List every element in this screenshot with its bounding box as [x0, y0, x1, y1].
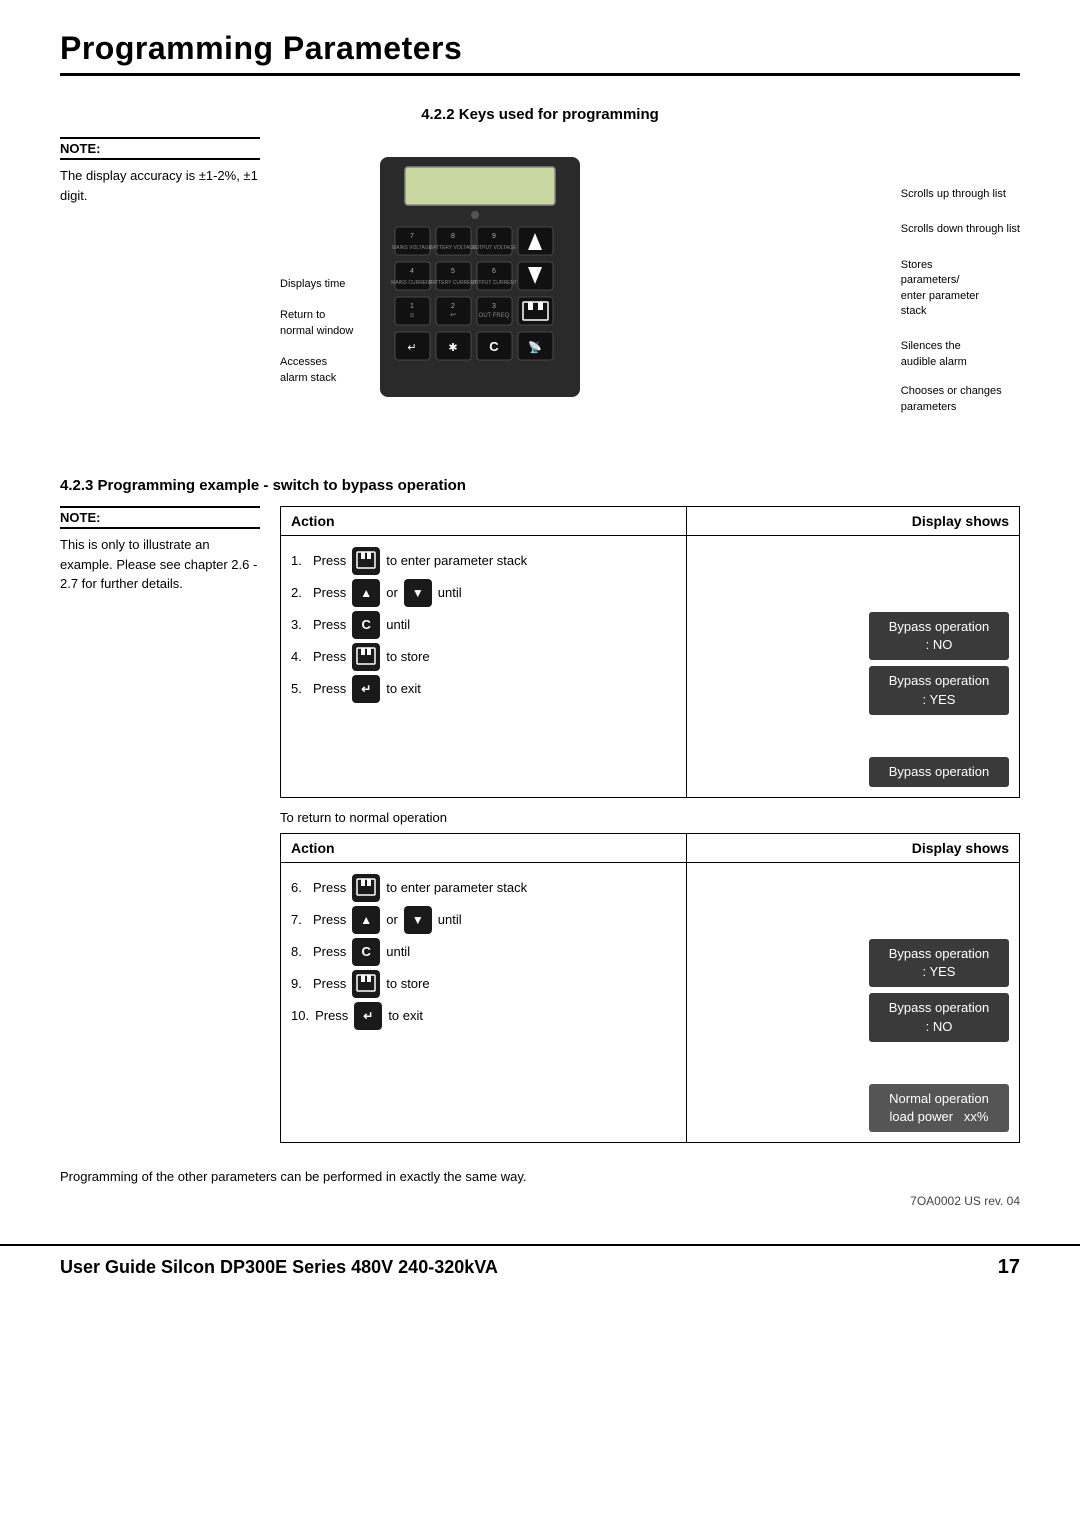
annotation-displays-time: Displays time: [280, 277, 353, 292]
content: 4.2.2 Keys used for programming NOTE: Th…: [0, 86, 1080, 1234]
svg-text:OUTPUT CURRENT: OUTPUT CURRENT: [471, 280, 517, 286]
up-arrow-icon-2: ▲: [352, 906, 380, 934]
footer-title: User Guide Silcon DP300E Series 480V 240…: [60, 1257, 498, 1278]
action-table-2: Action Display shows 6. Press: [280, 833, 1020, 1143]
table-row: 2. Press ▲ or ▼ until: [291, 578, 676, 608]
table1-body: 1. Press to enter parameter stack 2: [281, 536, 1019, 797]
table2-body: 6. Press to enter parameter stack 7: [281, 863, 1019, 1142]
table-row: 6. Press to enter parameter stack: [291, 873, 676, 903]
table1-actions: 1. Press to enter parameter stack 2: [281, 536, 687, 797]
table-row: 8. Press C until: [291, 937, 676, 967]
display-bypass-yes: Bypass operation: YES: [869, 666, 1009, 714]
keyboard-diagram: 7 MAINS VOLTAGE 8 BATTERY VOLTAGE 9 OUTP…: [360, 147, 660, 437]
svg-text:6: 6: [492, 268, 496, 275]
store-button-icon-3: [352, 874, 380, 902]
table1-header: Action Display shows: [281, 507, 1019, 536]
keys-section: NOTE: The display accuracy is ±1-2%, ±1 …: [60, 137, 1020, 457]
svg-text:OUTPUT VOLTAGE: OUTPUT VOLTAGE: [472, 245, 517, 251]
annotation-accesses: Accessesalarm stack: [280, 355, 353, 386]
svg-text:✱: ✱: [448, 342, 457, 354]
svg-text:2: 2: [451, 303, 455, 310]
svg-text:7: 7: [410, 233, 414, 240]
prog-section: 4.2.3 Programming example - switch to by…: [60, 477, 1020, 1155]
th2-action: Action: [281, 834, 687, 862]
down-arrow-icon: ▼: [404, 579, 432, 607]
display-bypass-no: Bypass operation: NO: [869, 612, 1009, 660]
page: Programming Parameters 4.2.2 Keys used f…: [0, 0, 1080, 1528]
annotation-scrolls-down: Scrolls down through list: [901, 222, 1020, 237]
store-button-icon: [352, 547, 380, 575]
note1-text: The display accuracy is ±1-2%, ±1 digit.: [60, 166, 260, 205]
note1-box: NOTE: The display accuracy is ±1-2%, ±1 …: [60, 137, 260, 457]
action-table-1: Action Display shows 1. Press: [280, 506, 1020, 798]
annotation-silences: Silences theaudible alarm: [901, 339, 1020, 370]
to-return-text: To return to normal operation: [280, 810, 1020, 825]
table1-displays: Bypass operation: NO Bypass operation: Y…: [687, 536, 1019, 797]
table-row: 5. Press ↵ to exit: [291, 674, 676, 704]
c-button-icon: C: [352, 611, 380, 639]
section423-heading: 4.2.3 Programming example - switch to by…: [60, 477, 1020, 494]
table2-actions: 6. Press to enter parameter stack 7: [281, 863, 687, 1142]
store-button-icon-2: [352, 643, 380, 671]
table-row: 9. Press to store: [291, 969, 676, 999]
note2-text: This is only to illustrate an example. P…: [60, 535, 260, 594]
page-title-section: Programming Parameters: [0, 0, 1080, 86]
svg-text:↵: ↵: [407, 342, 416, 354]
up-arrow-icon: ▲: [352, 579, 380, 607]
svg-text:OUT FREQ: OUT FREQ: [479, 313, 510, 319]
annotation-return-normal: Return tonormal window: [280, 308, 353, 339]
diagram-container: 7 MAINS VOLTAGE 8 BATTERY VOLTAGE 9 OUTP…: [280, 137, 1020, 457]
display-normal-op: Normal operationload power xx%: [869, 1084, 1009, 1132]
th1-action: Action: [281, 507, 687, 535]
enter-button-icon-2: ↵: [354, 1002, 382, 1030]
svg-text:3: 3: [492, 303, 496, 310]
down-arrow-icon-2: ▼: [404, 906, 432, 934]
note1-label: NOTE:: [60, 137, 260, 160]
annotation-chooses: Chooses or changesparameters: [901, 384, 1020, 415]
svg-text:1: 1: [410, 303, 414, 310]
svg-text:8: 8: [451, 233, 455, 240]
svg-text:5: 5: [451, 268, 455, 275]
enter-button-icon: ↵: [352, 675, 380, 703]
title-underline: [60, 73, 1020, 76]
annotation-stores: Storesparameters/enter parameterstack: [901, 258, 1020, 320]
note2-box: NOTE: This is only to illustrate an exam…: [60, 506, 260, 1155]
bottom-text: Programming of the other parameters can …: [60, 1169, 1020, 1184]
page-title: Programming Parameters: [60, 30, 1020, 67]
svg-text:⊙: ⊙: [409, 313, 414, 319]
doc-ref: 7OA0002 US rev. 04: [60, 1194, 1020, 1208]
table-row: 7. Press ▲ or ▼ until: [291, 905, 676, 935]
footer: User Guide Silcon DP300E Series 480V 240…: [0, 1244, 1080, 1289]
c-button-icon-2: C: [352, 938, 380, 966]
svg-text:BATTERY VOLTAGE: BATTERY VOLTAGE: [430, 245, 477, 251]
display-bypass-no-2: Bypass operation: NO: [869, 993, 1009, 1041]
table-row: 4. Press to store: [291, 642, 676, 672]
table1-area: Action Display shows 1. Press: [280, 506, 1020, 1155]
table2-displays: Bypass operation: YES Bypass operation: …: [687, 863, 1019, 1142]
table-row: 3. Press C until: [291, 610, 676, 640]
svg-text:MAINS CURRENT: MAINS CURRENT: [391, 280, 433, 286]
footer-page: 17: [998, 1256, 1020, 1279]
store-button-icon-4: [352, 970, 380, 998]
svg-text:MAINS VOLTAGE: MAINS VOLTAGE: [392, 245, 433, 251]
display-bypass-op: Bypass operation: [869, 757, 1009, 787]
note2-label: NOTE:: [60, 506, 260, 529]
svg-text:9: 9: [492, 233, 496, 240]
svg-text:C: C: [489, 339, 499, 354]
th1-display: Display shows: [687, 507, 1019, 535]
annotation-scrolls-up: Scrolls up through list: [901, 187, 1020, 202]
svg-text:📡: 📡: [528, 340, 542, 354]
table-row: 1. Press to enter parameter stack: [291, 546, 676, 576]
table2-header: Action Display shows: [281, 834, 1019, 863]
svg-text:↩: ↩: [450, 312, 456, 319]
svg-text:4: 4: [410, 268, 414, 275]
prog-layout: NOTE: This is only to illustrate an exam…: [60, 506, 1020, 1155]
th2-display: Display shows: [687, 834, 1019, 862]
section422-heading: 4.2.2 Keys used for programming: [60, 106, 1020, 123]
table-row: 10. Press ↵ to exit: [291, 1001, 676, 1031]
display-bypass-yes-2: Bypass operation: YES: [869, 939, 1009, 987]
